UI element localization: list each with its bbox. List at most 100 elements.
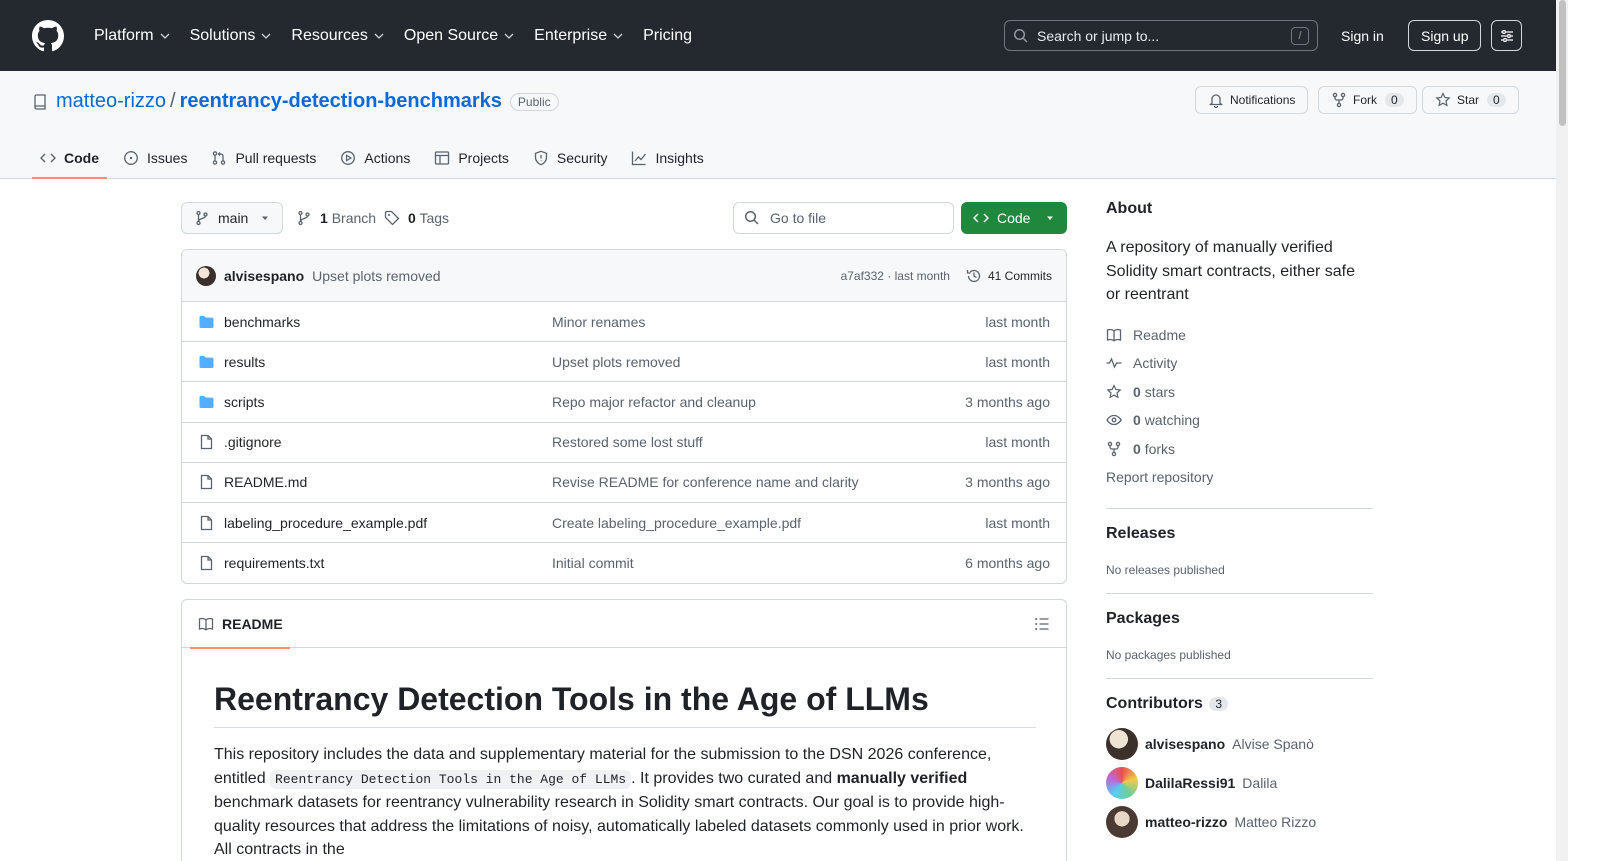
tab-security[interactable]: Security — [525, 137, 616, 179]
contributor-item[interactable]: DalilaRessi91 Dalila — [1106, 764, 1373, 803]
nav-label: Pricing — [643, 26, 692, 44]
file-row[interactable]: requirements.txt Initial commit 6 months a… — [182, 543, 1066, 583]
file-row[interactable]: README.md Revise README for conference na… — [182, 463, 1066, 503]
play-icon — [341, 151, 356, 165]
scrollbar[interactable] — [1556, 0, 1568, 861]
visibility-badge: Public — [509, 92, 559, 111]
list-unordered-icon[interactable] — [1034, 616, 1050, 632]
file-name-link[interactable]: benchmarks — [224, 314, 552, 330]
nav-platform[interactable]: Platform — [86, 21, 178, 51]
commits-history-link[interactable]: 41 Commits — [966, 268, 1052, 284]
file-commit-time: 3 months ago — [965, 393, 1050, 410]
file-commit-message[interactable]: Initial commit — [552, 555, 965, 571]
file-name-link[interactable]: results — [224, 354, 552, 370]
repo-sidebar: About A repository of manually verified … — [1106, 200, 1373, 842]
fork-button[interactable]: Fork 0 — [1318, 86, 1417, 114]
tab-projects[interactable]: Projects — [426, 137, 517, 179]
sign-up-button[interactable]: Sign up — [1408, 20, 1482, 51]
about-links: Readme Activity 0 stars 0 watching 0 forks — [1106, 321, 1373, 464]
caret-down-icon — [262, 216, 268, 220]
repo-tabs: Code Issues Pull requests Actions Projec… — [32, 137, 720, 179]
code-download-button[interactable]: Code — [961, 202, 1067, 234]
report-repository-link[interactable]: Report repository — [1106, 463, 1373, 492]
tab-issues[interactable]: Issues — [115, 137, 195, 179]
folder-icon — [199, 395, 214, 408]
contributor-login[interactable]: DalilaRessi91 — [1145, 775, 1235, 791]
nav-open-source[interactable]: Open Source — [396, 21, 522, 51]
releases-heading[interactable]: Releases — [1106, 525, 1373, 543]
contributor-login[interactable]: alvisespano — [1145, 736, 1225, 752]
contributors-heading[interactable]: Contributors 3 — [1106, 695, 1373, 713]
repo-icon — [34, 93, 46, 110]
avatar[interactable] — [1106, 767, 1138, 799]
avatar[interactable] — [1106, 806, 1138, 838]
scrollbar-thumb[interactable] — [1559, 0, 1566, 126]
sign-in-link[interactable]: Sign in — [1330, 20, 1395, 51]
file-name-link[interactable]: scripts — [224, 394, 552, 410]
file-row[interactable]: scripts Repo major refactor and cleanup 3 … — [182, 382, 1066, 423]
go-to-file-input[interactable]: Go to file — [733, 202, 954, 234]
file-row[interactable]: .gitignore Restored some lost stuff last m… — [182, 423, 1066, 463]
file-commit-message[interactable]: Minor renames — [552, 314, 985, 330]
readme-tab-label: README — [222, 616, 283, 632]
nav-pricing[interactable]: Pricing — [635, 21, 700, 51]
file-row[interactable]: benchmarks Minor renames last month — [182, 302, 1066, 343]
tab-actions[interactable]: Actions — [332, 137, 418, 179]
branches-link[interactable]: 1 Branch — [296, 210, 376, 226]
contributor-item[interactable]: alvisespano Alvise Spanò — [1106, 725, 1373, 764]
github-logo-icon[interactable] — [32, 19, 64, 52]
header-menu-button[interactable] — [1491, 20, 1522, 51]
fork-icon — [1332, 92, 1346, 108]
tab-code[interactable]: Code — [32, 137, 107, 179]
sidebar-link-label: Activity — [1133, 355, 1178, 372]
readme-tab[interactable]: README — [190, 600, 290, 649]
file-name-link[interactable]: labeling_procedure_example.pdf — [224, 515, 552, 531]
avatar[interactable] — [1106, 728, 1138, 760]
file-name-link[interactable]: requirements.txt — [224, 555, 552, 571]
file-row[interactable]: results Upset plots removed last month — [182, 342, 1066, 383]
tab-insights[interactable]: Insights — [623, 137, 711, 179]
chevron-down-icon — [261, 33, 271, 39]
contributor-login[interactable]: matteo-rizzo — [1145, 814, 1227, 830]
file-commit-message[interactable]: Revise README for conference name and cl… — [552, 474, 965, 490]
history-icon — [966, 269, 981, 282]
file-name-link[interactable]: .gitignore — [224, 434, 552, 450]
folder-icon — [199, 315, 214, 328]
commit-hash-time[interactable]: a7af332 · last month — [841, 269, 950, 283]
notifications-button[interactable]: Notifications — [1195, 86, 1309, 114]
sidebar-link-activity[interactable]: Activity — [1106, 349, 1373, 378]
nav-label: Platform — [94, 26, 154, 44]
sidebar-link-readme[interactable]: Readme — [1106, 321, 1373, 350]
file-commit-message[interactable]: Create labeling_procedure_example.pdf — [552, 515, 985, 531]
packages-heading[interactable]: Packages — [1106, 610, 1373, 628]
readme-paragraph: This repository includes the data and su… — [214, 743, 1036, 861]
file-commit-message[interactable]: Upset plots removed — [552, 354, 985, 370]
avatar[interactable] — [196, 265, 216, 286]
file-commit-message[interactable]: Repo major refactor and cleanup — [552, 394, 965, 410]
repo-owner-link[interactable]: matteo-rizzo — [56, 90, 166, 113]
file-row[interactable]: labeling_procedure_example.pdf Create lab… — [182, 503, 1066, 544]
nav-enterprise[interactable]: Enterprise — [526, 21, 631, 51]
sidebar-link-forks[interactable]: 0 forks — [1106, 435, 1373, 464]
star-icon — [1435, 92, 1451, 107]
tags-link[interactable]: 0 Tags — [384, 210, 449, 226]
commit-message[interactable]: Upset plots removed — [312, 268, 840, 284]
issue-opened-icon — [124, 151, 138, 165]
file-name-link[interactable]: README.md — [224, 474, 552, 490]
repo-name-link[interactable]: reentrancy-detection-benchmarks — [180, 90, 502, 113]
sidebar-link-watching[interactable]: 0 watching — [1106, 406, 1373, 435]
tab-pull-requests[interactable]: Pull requests — [203, 137, 324, 179]
sidebar-link-label: forks — [1144, 440, 1176, 457]
contributors-label: Contributors — [1106, 694, 1203, 712]
branch-selector[interactable]: main — [181, 202, 283, 234]
nav-solutions[interactable]: Solutions — [182, 21, 280, 51]
commit-author-link[interactable]: alvisespano — [224, 268, 304, 284]
repository-header: matteo-rizzo / reentrancy-detection-benc… — [0, 71, 1556, 179]
sidebar-link-stars[interactable]: 0 stars — [1106, 378, 1373, 407]
star-button[interactable]: Star 0 — [1422, 86, 1519, 114]
search-input[interactable]: Search or jump to... / — [1004, 20, 1318, 51]
contributor-item[interactable]: matteo-rizzo Matteo Rizzo — [1106, 803, 1373, 842]
nav-resources[interactable]: Resources — [283, 21, 391, 51]
sidebar-link-label: stars — [1144, 383, 1176, 400]
file-commit-message[interactable]: Restored some lost stuff — [552, 434, 985, 450]
